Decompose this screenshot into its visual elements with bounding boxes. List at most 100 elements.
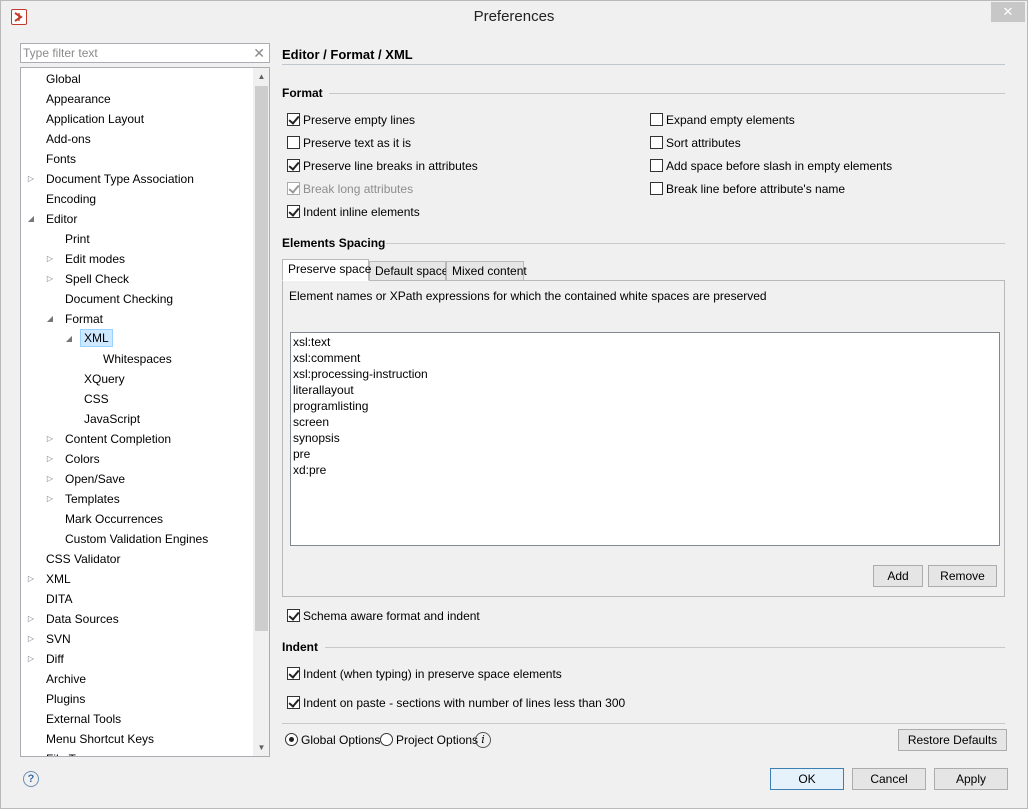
filter-input[interactable] — [23, 46, 243, 60]
list-item[interactable]: xsl:text — [293, 334, 330, 350]
tree-item[interactable]: Add-ons — [21, 130, 251, 148]
list-item[interactable]: literallayout — [293, 382, 354, 398]
help-icon[interactable]: ? — [23, 771, 39, 787]
close-button[interactable]: ✕ — [991, 2, 1025, 22]
scroll-down-icon[interactable]: ▼ — [253, 739, 269, 756]
collapsed-arrow-icon[interactable]: ▷ — [26, 650, 36, 668]
tree-item-label: File Types — [46, 750, 100, 756]
expanded-arrow-icon[interactable]: ◢ — [64, 330, 74, 348]
tree-item[interactable]: Appearance — [21, 90, 251, 108]
tab-preserve-space[interactable]: Preserve space — [282, 259, 371, 281]
indent-option-0-box[interactable] — [287, 667, 300, 680]
tree-item[interactable]: ◢ Format — [21, 310, 251, 328]
list-item[interactable]: screen — [293, 414, 329, 430]
list-item[interactable]: xsl:comment — [293, 350, 360, 366]
tree-item[interactable]: ◢ XML — [21, 329, 251, 348]
tree-item[interactable]: Plugins — [21, 690, 251, 708]
format-right-0-label: Expand empty elements — [666, 113, 795, 127]
list-item[interactable]: pre — [293, 446, 310, 462]
tree-item[interactable]: Document Checking — [21, 290, 251, 308]
tree-item[interactable]: ▷ Spell Check — [21, 270, 251, 288]
tree-item[interactable]: Print — [21, 230, 251, 248]
preferences-window: Preferences ✕ ✕ File Types Menu Shortcut … — [0, 0, 1028, 809]
tree-item[interactable]: Global — [21, 70, 251, 88]
indent-divider — [325, 647, 1005, 648]
preferences-tree[interactable]: File Types Menu Shortcut Keys External Too… — [20, 67, 270, 757]
collapsed-arrow-icon[interactable]: ▷ — [45, 270, 55, 288]
tree-item[interactable]: Fonts — [21, 150, 251, 168]
ok-button[interactable]: OK — [770, 768, 844, 790]
tab-default-space[interactable]: Default space — [369, 261, 448, 282]
tree-item-label: Appearance — [46, 92, 111, 106]
format-left-0-box[interactable] — [287, 113, 300, 126]
tree-item[interactable]: Custom Validation Engines — [21, 530, 251, 548]
tree-item[interactable]: ▷ Edit modes — [21, 250, 251, 268]
format-right-1-box[interactable] — [650, 136, 663, 149]
preserve-space-list[interactable]: xsl:text xsl:comment xsl:processing-instru… — [290, 332, 1000, 546]
tree-item[interactable]: Application Layout — [21, 110, 251, 128]
tree-item[interactable]: ▷ Data Sources — [21, 610, 251, 628]
collapsed-arrow-icon[interactable]: ▷ — [26, 570, 36, 588]
expanded-arrow-icon[interactable]: ◢ — [26, 210, 36, 228]
add-button[interactable]: Add — [873, 565, 923, 587]
tab-mixed-content[interactable]: Mixed content — [446, 261, 527, 282]
list-item[interactable]: programlisting — [293, 398, 368, 414]
remove-button[interactable]: Remove — [928, 565, 997, 587]
collapsed-arrow-icon[interactable]: ▷ — [26, 170, 36, 188]
format-left-4-box[interactable] — [287, 205, 300, 218]
tree-item[interactable]: ▷ Templates — [21, 490, 251, 508]
tree-item[interactable]: ▷ XML — [21, 570, 251, 588]
info-icon[interactable]: i — [475, 732, 491, 748]
tree-item-label: Application Layout — [46, 112, 145, 126]
collapsed-arrow-icon[interactable]: ▷ — [45, 490, 55, 508]
restore-defaults-button[interactable]: Restore Defaults — [898, 729, 1007, 751]
scroll-thumb[interactable] — [255, 86, 268, 631]
tree-item[interactable]: Mark Occurrences — [21, 510, 251, 528]
format-right-3-box[interactable] — [650, 182, 663, 195]
format-right-0-box[interactable] — [650, 113, 663, 126]
project-options-dot[interactable] — [380, 733, 393, 746]
expanded-arrow-icon[interactable]: ◢ — [45, 310, 55, 328]
tree-scrollbar[interactable]: ▲ ▼ — [253, 68, 269, 756]
tree-item[interactable]: ▷ SVN — [21, 630, 251, 648]
collapsed-arrow-icon[interactable]: ▷ — [45, 470, 55, 488]
list-item[interactable]: xd:pre — [293, 462, 326, 478]
schema-aware-box[interactable] — [287, 609, 300, 622]
collapsed-arrow-icon[interactable]: ▷ — [45, 250, 55, 268]
scroll-up-icon[interactable]: ▲ — [253, 68, 269, 85]
collapsed-arrow-icon[interactable]: ▷ — [26, 610, 36, 628]
tree-item[interactable]: File Types — [21, 750, 251, 756]
tree-item[interactable]: CSS — [21, 390, 251, 408]
clear-filter-icon[interactable]: ✕ — [253, 45, 265, 62]
tree-item[interactable]: ▷ Content Completion — [21, 430, 251, 448]
collapsed-arrow-icon[interactable]: ▷ — [45, 450, 55, 468]
format-left-1-box[interactable] — [287, 136, 300, 149]
collapsed-arrow-icon[interactable]: ▷ — [45, 430, 55, 448]
format-right-2-box[interactable] — [650, 159, 663, 172]
tree-item[interactable]: ▷ Colors — [21, 450, 251, 468]
apply-button[interactable]: Apply — [934, 768, 1008, 790]
tree-item[interactable]: Encoding — [21, 190, 251, 208]
tree-item[interactable]: ▷ Diff — [21, 650, 251, 668]
filter-field[interactable]: ✕ — [20, 43, 270, 63]
tree-item[interactable]: Whitespaces — [21, 350, 251, 368]
tree-item[interactable]: CSS Validator — [21, 550, 251, 568]
tree-item[interactable]: ▷ Document Type Association — [21, 170, 251, 188]
tree-item[interactable]: XQuery — [21, 370, 251, 388]
indent-heading: Indent — [282, 640, 318, 654]
tree-item[interactable]: Archive — [21, 670, 251, 688]
list-item[interactable]: xsl:processing-instruction — [293, 366, 428, 382]
tree-item[interactable]: Menu Shortcut Keys — [21, 730, 251, 748]
tree-item[interactable]: JavaScript — [21, 410, 251, 428]
collapsed-arrow-icon[interactable]: ▷ — [26, 630, 36, 648]
list-item[interactable]: synopsis — [293, 430, 340, 446]
global-options-dot[interactable] — [285, 733, 298, 746]
format-left-2-box[interactable] — [287, 159, 300, 172]
tree-item[interactable]: ◢ Editor — [21, 210, 251, 228]
tree-item[interactable]: DITA — [21, 590, 251, 608]
title-bar[interactable]: Preferences ✕ — [1, 1, 1027, 32]
cancel-button[interactable]: Cancel — [852, 768, 926, 790]
indent-option-1-box[interactable] — [287, 696, 300, 709]
tree-item[interactable]: ▷ Open/Save — [21, 470, 251, 488]
tree-item[interactable]: External Tools — [21, 710, 251, 728]
